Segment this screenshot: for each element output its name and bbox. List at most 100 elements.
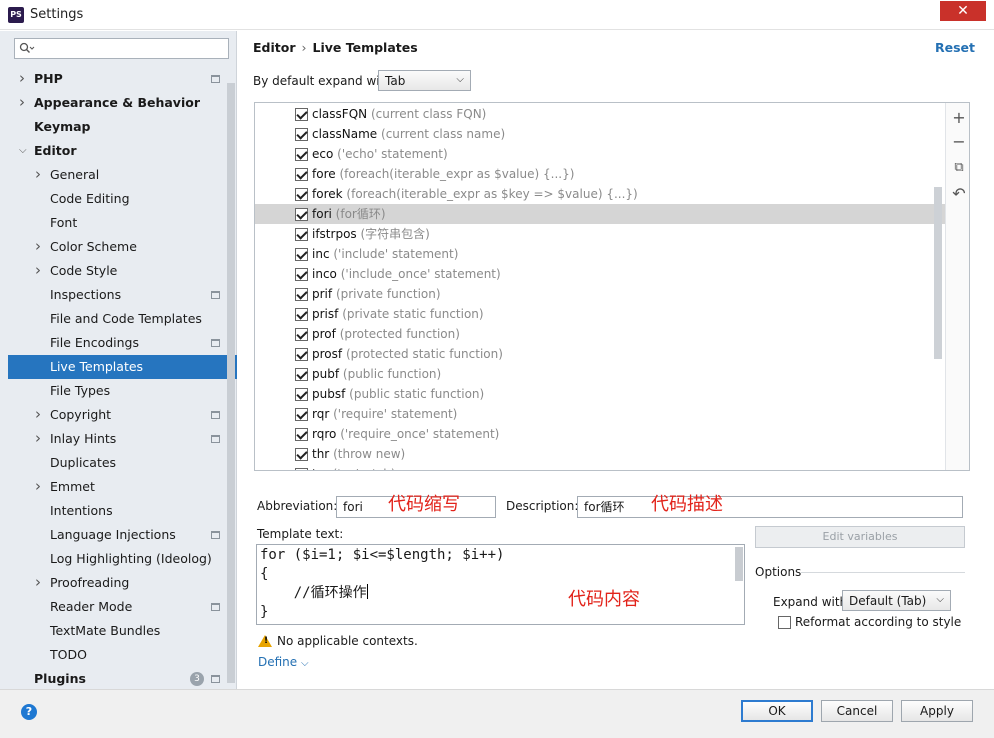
restore-icon[interactable]: ↶ — [950, 185, 968, 203]
add-icon[interactable]: + — [950, 109, 968, 127]
sidebar-item[interactable]: TODO — [8, 643, 237, 667]
template-enabled-checkbox[interactable] — [295, 308, 308, 321]
template-row[interactable]: try (try/catch) — [255, 464, 945, 470]
template-row[interactable]: prif (private function) — [255, 284, 945, 304]
sidebar-item[interactable]: Keymap — [8, 115, 237, 139]
template-enabled-checkbox[interactable] — [295, 228, 308, 241]
template-enabled-checkbox[interactable] — [295, 108, 308, 121]
template-enabled-checkbox[interactable] — [295, 268, 308, 281]
template-enabled-checkbox[interactable] — [295, 408, 308, 421]
template-enabled-checkbox[interactable] — [295, 188, 308, 201]
template-row[interactable]: className (current class name) — [255, 124, 945, 144]
template-text-scrollbar[interactable] — [735, 547, 743, 581]
chevron-right-icon[interactable]: › — [19, 66, 25, 90]
template-row[interactable]: pubsf (public static function) — [255, 384, 945, 404]
chevron-right-icon[interactable]: › — [35, 162, 41, 186]
close-window-button[interactable]: ✕ — [940, 1, 986, 21]
template-row[interactable]: rqro ('require_once' statement) — [255, 424, 945, 444]
chevron-right-icon[interactable]: › — [35, 258, 41, 282]
breadcrumb-parent[interactable]: Editor — [253, 40, 296, 55]
sidebar-item[interactable]: Font — [8, 211, 237, 235]
template-enabled-checkbox[interactable] — [295, 448, 308, 461]
help-icon[interactable]: ? — [21, 704, 37, 720]
sidebar-item[interactable]: Plugins 3 — [8, 667, 237, 691]
template-row[interactable]: thr (throw new) — [255, 444, 945, 464]
sidebar-item[interactable]: › Emmet — [8, 475, 237, 499]
chevron-right-icon[interactable]: › — [35, 474, 41, 498]
sidebar-item[interactable]: › Code Style — [8, 259, 237, 283]
chevron-down-icon[interactable]: ⌵ — [19, 139, 27, 163]
reformat-checkbox-label: Reformat according to style — [795, 615, 962, 629]
sidebar-scrollbar[interactable] — [227, 83, 235, 683]
sidebar-item[interactable]: › Copyright — [8, 403, 237, 427]
chevron-right-icon[interactable]: › — [35, 402, 41, 426]
sidebar-item[interactable]: TextMate Bundles — [8, 619, 237, 643]
apply-button[interactable]: Apply — [901, 700, 973, 722]
sidebar-item[interactable]: Live Templates — [8, 355, 237, 379]
template-row[interactable]: fore (foreach(iterable_expr as $value) {… — [255, 164, 945, 184]
sidebar-item[interactable]: › Inlay Hints — [8, 427, 237, 451]
sidebar-item[interactable]: › Color Scheme — [8, 235, 237, 259]
template-enabled-checkbox[interactable] — [295, 248, 308, 261]
sidebar-item[interactable]: Inspections — [8, 283, 237, 307]
chevron-right-icon[interactable]: › — [35, 570, 41, 594]
template-row[interactable]: ifstrpos (字符串包含) — [255, 224, 945, 244]
template-enabled-checkbox[interactable] — [295, 468, 308, 470]
template-row[interactable]: prosf (protected static function) — [255, 344, 945, 364]
project-scope-icon — [211, 675, 220, 683]
sidebar-item[interactable]: Intentions — [8, 499, 237, 523]
template-enabled-checkbox[interactable] — [295, 208, 308, 221]
description-input[interactable]: for循环 — [577, 496, 963, 518]
template-row[interactable]: eco ('echo' statement) — [255, 144, 945, 164]
sidebar-item[interactable]: Language Injections — [8, 523, 237, 547]
template-row[interactable]: inco ('include_once' statement) — [255, 264, 945, 284]
template-row[interactable]: prof (protected function) — [255, 324, 945, 344]
template-enabled-checkbox[interactable] — [295, 148, 308, 161]
template-row[interactable]: prisf (private static function) — [255, 304, 945, 324]
template-enabled-checkbox[interactable] — [295, 388, 308, 401]
template-enabled-checkbox[interactable] — [295, 288, 308, 301]
expand-with-select[interactable]: Default (Tab) ⌵ — [842, 590, 951, 611]
template-enabled-checkbox[interactable] — [295, 428, 308, 441]
edit-variables-button[interactable]: Edit variables — [755, 526, 965, 548]
default-expand-select[interactable]: Tab ⌵ — [378, 70, 471, 91]
chevron-right-icon[interactable]: › — [19, 90, 25, 114]
sidebar-item[interactable]: Reader Mode — [8, 595, 237, 619]
sidebar-item[interactable]: › PHP — [8, 67, 237, 91]
template-enabled-checkbox[interactable] — [295, 168, 308, 181]
templates-list-scrollbar[interactable] — [934, 187, 942, 359]
template-row[interactable]: pubf (public function) — [255, 364, 945, 384]
template-row[interactable]: forek (foreach(iterable_expr as $key => … — [255, 184, 945, 204]
sidebar-item[interactable]: Log Highlighting (Ideolog) — [8, 547, 237, 571]
cancel-button[interactable]: Cancel — [821, 700, 893, 722]
sidebar-item[interactable]: File Types — [8, 379, 237, 403]
sidebar-item[interactable]: › Appearance & Behavior — [8, 91, 237, 115]
template-enabled-checkbox[interactable] — [295, 348, 308, 361]
template-abbreviation: forek (foreach(iterable_expr as $key => … — [312, 187, 638, 201]
sidebar-item[interactable]: Duplicates — [8, 451, 237, 475]
template-row[interactable]: classFQN (current class FQN) — [255, 104, 945, 124]
reset-link[interactable]: Reset — [935, 40, 975, 55]
template-enabled-checkbox[interactable] — [295, 368, 308, 381]
reformat-checkbox-box[interactable] — [778, 616, 791, 629]
template-text-editor[interactable]: for ($i=1; $i<=$length; $i++) { //循环操作 } — [256, 544, 745, 625]
sidebar-item[interactable]: › Proofreading — [8, 571, 237, 595]
template-row[interactable]: rqr ('require' statement) — [255, 404, 945, 424]
remove-icon[interactable]: − — [950, 133, 968, 151]
template-enabled-checkbox[interactable] — [295, 328, 308, 341]
sidebar-item[interactable]: › General — [8, 163, 237, 187]
chevron-right-icon[interactable]: › — [35, 234, 41, 258]
settings-search-input[interactable] — [14, 38, 229, 59]
template-description: (private function) — [335, 287, 441, 301]
template-enabled-checkbox[interactable] — [295, 128, 308, 141]
ok-button[interactable]: OK — [741, 700, 813, 722]
template-row[interactable]: inc ('include' statement) — [255, 244, 945, 264]
sidebar-item[interactable]: ⌵ Editor — [8, 139, 237, 163]
template-row[interactable]: fori (for循环) — [255, 204, 945, 224]
sidebar-item[interactable]: File and Code Templates — [8, 307, 237, 331]
copy-icon[interactable]: ⧉ — [950, 159, 968, 177]
chevron-right-icon[interactable]: › — [35, 426, 41, 450]
sidebar-item[interactable]: Code Editing — [8, 187, 237, 211]
sidebar-item[interactable]: File Encodings — [8, 331, 237, 355]
define-link[interactable]: Define ⌵ — [258, 655, 309, 669]
